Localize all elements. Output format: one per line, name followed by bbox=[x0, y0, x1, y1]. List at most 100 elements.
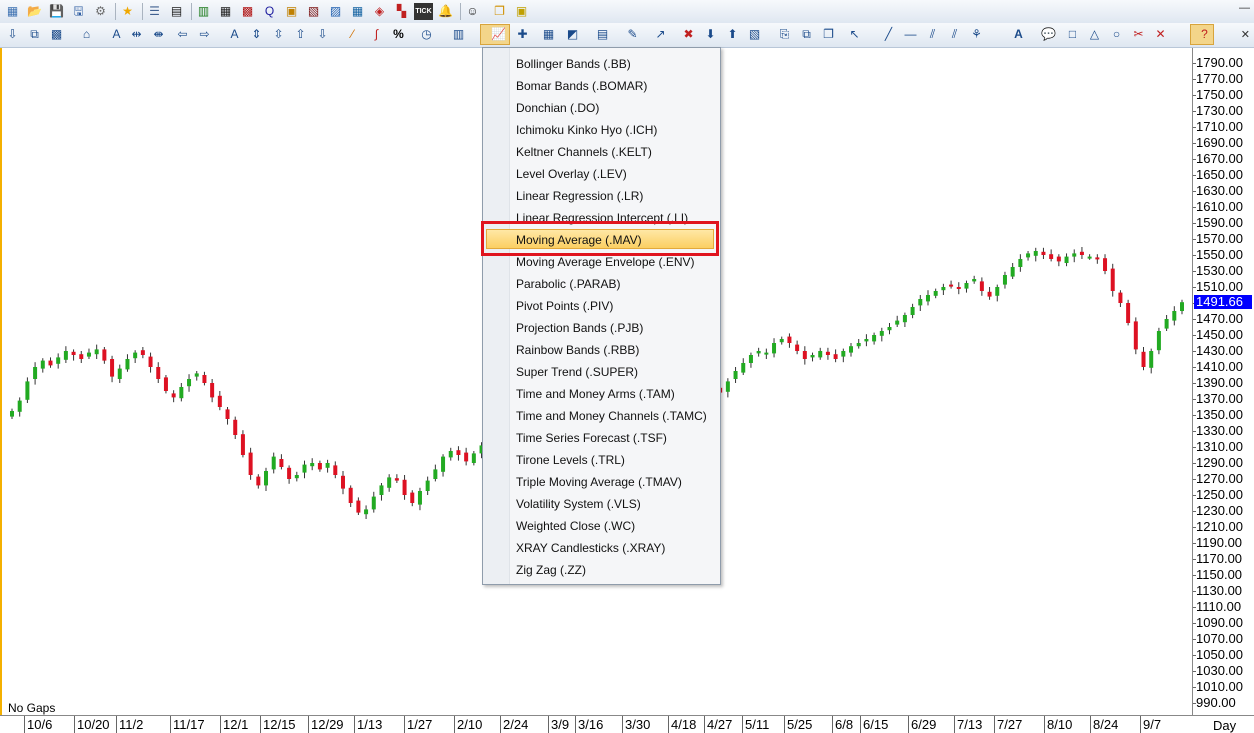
menu-item[interactable]: Keltner Channels (.KELT) bbox=[516, 141, 652, 163]
news-icon[interactable]: ▧ bbox=[305, 3, 322, 20]
compress-icon[interactable]: ⇹ bbox=[128, 26, 145, 43]
alerts-icon[interactable]: ▨ bbox=[327, 3, 344, 20]
menu-item[interactable]: Volatility System (.VLS) bbox=[516, 493, 641, 515]
pointer-icon[interactable]: ↖ bbox=[846, 26, 863, 43]
date-axis[interactable]: Day 10/6 10/20 11/2 11/17 12/1 12/15 12/29 1/13… bbox=[0, 715, 1254, 733]
menu-item[interactable]: Level Overlay (.LEV) bbox=[516, 163, 627, 185]
zoom-in-icon[interactable]: ⇩ bbox=[4, 26, 21, 43]
templates-icon[interactable]: ☰ bbox=[146, 3, 163, 20]
bar-type-icon[interactable]: ▥ bbox=[450, 26, 467, 43]
compare-icon[interactable]: ▧ bbox=[746, 26, 763, 43]
window-close-button[interactable]: ✕ bbox=[1241, 28, 1250, 41]
level2-icon[interactable]: ▦ bbox=[217, 3, 234, 20]
down-arrow-icon[interactable]: ⇩ bbox=[314, 26, 331, 43]
vertical-compress-icon[interactable]: ⇕ bbox=[248, 26, 265, 43]
quotes-icon[interactable]: ▥ bbox=[195, 3, 212, 20]
menu-item[interactable]: Moving Average Envelope (.ENV) bbox=[516, 251, 695, 273]
expand-icon[interactable]: ⇼ bbox=[150, 26, 167, 43]
menu-item[interactable]: Tirone Levels (.TRL) bbox=[516, 449, 625, 471]
menu-item[interactable]: Zig Zag (.ZZ) bbox=[516, 559, 586, 581]
text-icon[interactable]: A bbox=[108, 26, 125, 43]
menu-item[interactable]: Super Trend (.SUPER) bbox=[516, 361, 638, 383]
help-icon[interactable]: ? bbox=[1196, 26, 1213, 43]
axis-A-icon[interactable]: A bbox=[226, 26, 243, 43]
percent-icon[interactable]: % bbox=[390, 26, 407, 43]
menu-item[interactable]: Rainbow Bands (.RBB) bbox=[516, 339, 639, 361]
spreadsheet-icon[interactable]: ▦ bbox=[349, 3, 366, 20]
menu-item[interactable]: Parabolic (.PARAB) bbox=[516, 273, 620, 295]
indicator-lower-icon[interactable]: ▤ bbox=[594, 26, 611, 43]
parallel-lines-icon[interactable]: ⫽ bbox=[946, 26, 963, 43]
copy-icon[interactable]: ⎘ bbox=[776, 26, 793, 43]
circle-icon[interactable]: ○ bbox=[1108, 26, 1125, 43]
menu-item[interactable]: Moving Average (.MAV) bbox=[516, 229, 642, 251]
study-icon[interactable]: ✚ bbox=[514, 26, 531, 43]
menu-item[interactable]: Linear Regression Intercept (.LI) bbox=[516, 207, 688, 229]
draw-tools-icon[interactable]: ✎ bbox=[624, 26, 641, 43]
rectangle-icon[interactable]: □ bbox=[1064, 26, 1081, 43]
heatmap-icon[interactable]: ▚ bbox=[393, 3, 410, 20]
window-minimize-button[interactable]: — bbox=[1239, 2, 1250, 14]
favorites-star-icon[interactable]: ★ bbox=[119, 3, 136, 20]
log-scale-icon[interactable]: ∫ bbox=[368, 26, 385, 43]
clock-icon[interactable]: ◷ bbox=[418, 26, 435, 43]
remove-icon[interactable]: ✖ bbox=[680, 26, 697, 43]
save-icon[interactable]: 💾 bbox=[48, 3, 65, 20]
up-arrow-icon[interactable]: ⇧ bbox=[292, 26, 309, 43]
menu-item[interactable]: Projection Bands (.PJB) bbox=[516, 317, 643, 339]
erase-all-icon[interactable]: ✕ bbox=[1152, 26, 1169, 43]
zoom-out-icon[interactable]: ⧉ bbox=[26, 26, 43, 43]
chart-styles-icon[interactable]: ◩ bbox=[564, 26, 581, 43]
new-chart-icon[interactable]: ▦ bbox=[4, 3, 21, 20]
fibonacci-icon[interactable]: ⚘ bbox=[968, 26, 985, 43]
horizontal-line-icon[interactable]: — bbox=[902, 26, 919, 43]
tick-icon[interactable]: TICK bbox=[414, 3, 433, 20]
window-arrange-icon[interactable]: ❐ bbox=[491, 3, 508, 20]
move-up-icon[interactable]: ⬆ bbox=[724, 26, 741, 43]
face-icon[interactable]: ☺ bbox=[464, 3, 481, 20]
menu-item[interactable]: XRAY Candlesticks (.XRAY) bbox=[516, 537, 665, 559]
forex-icon[interactable]: ◈ bbox=[371, 3, 388, 20]
move-down-icon[interactable]: ⬇ bbox=[702, 26, 719, 43]
dashboard-icon[interactable]: ▣ bbox=[513, 3, 530, 20]
duplicate-icon[interactable]: ⧉ bbox=[798, 26, 815, 43]
trend-line-icon[interactable]: ⫽ bbox=[924, 26, 941, 43]
line-icon[interactable]: ╱ bbox=[880, 26, 897, 43]
overlay-indicator-icon[interactable]: 📈 bbox=[490, 26, 507, 43]
callout-icon[interactable]: 💬 bbox=[1040, 26, 1057, 43]
watchlist-icon[interactable]: ▤ bbox=[168, 3, 185, 20]
scanner-icon[interactable]: ▩ bbox=[239, 3, 256, 20]
font-A-icon[interactable]: A bbox=[1010, 26, 1027, 43]
left-arrow-icon[interactable]: ⇦ bbox=[174, 26, 191, 43]
right-arrow-icon[interactable]: ⇨ bbox=[196, 26, 213, 43]
home-icon[interactable]: ⌂ bbox=[78, 26, 95, 43]
layout-icon[interactable]: ⚙ bbox=[92, 3, 109, 20]
menu-item[interactable]: Time and Money Arms (.TAM) bbox=[516, 383, 675, 405]
menu-item[interactable]: Bomar Bands (.BOMAR) bbox=[516, 75, 647, 97]
bell-icon[interactable]: 🔔 bbox=[437, 3, 454, 20]
frequency-label[interactable]: Day bbox=[1213, 718, 1236, 733]
menu-item[interactable]: Time Series Forecast (.TSF) bbox=[516, 427, 667, 449]
menu-item[interactable]: Time and Money Channels (.TAMC) bbox=[516, 405, 707, 427]
gap-mode-label[interactable]: No Gaps bbox=[8, 701, 55, 715]
time-sales-icon[interactable]: ▣ bbox=[283, 3, 300, 20]
price-axis[interactable]: 1790.00 1770.00 1750.00 1730.00 1710.00 1690.… bbox=[1192, 48, 1254, 715]
open-folder-icon[interactable]: 📂 bbox=[26, 3, 43, 20]
queue-icon[interactable]: Q bbox=[261, 3, 278, 20]
menu-item[interactable]: Weighted Close (.WC) bbox=[516, 515, 635, 537]
linear-scale-icon[interactable]: ⁄ bbox=[344, 26, 361, 43]
triangle-icon[interactable]: △ bbox=[1086, 26, 1103, 43]
grid-icon[interactable]: ▦ bbox=[540, 26, 557, 43]
menu-item[interactable]: Pivot Points (.PIV) bbox=[516, 295, 613, 317]
menu-item[interactable]: Ichimoku Kinko Hyo (.ICH) bbox=[516, 119, 657, 141]
vertical-expand-icon[interactable]: ⇳ bbox=[270, 26, 287, 43]
delete-drawing-icon[interactable]: ✂ bbox=[1130, 26, 1147, 43]
save-as-icon[interactable]: 🖫 bbox=[70, 3, 87, 20]
reset-icon[interactable]: ▩ bbox=[48, 26, 65, 43]
ratio-icon[interactable]: ↗ bbox=[652, 26, 669, 43]
menu-item[interactable]: Triple Moving Average (.TMAV) bbox=[516, 471, 682, 493]
menu-item[interactable]: Bollinger Bands (.BB) bbox=[516, 53, 631, 75]
menu-item[interactable]: Linear Regression (.LR) bbox=[516, 185, 643, 207]
menu-item[interactable]: Donchian (.DO) bbox=[516, 97, 599, 119]
template-icon[interactable]: ❐ bbox=[820, 26, 837, 43]
